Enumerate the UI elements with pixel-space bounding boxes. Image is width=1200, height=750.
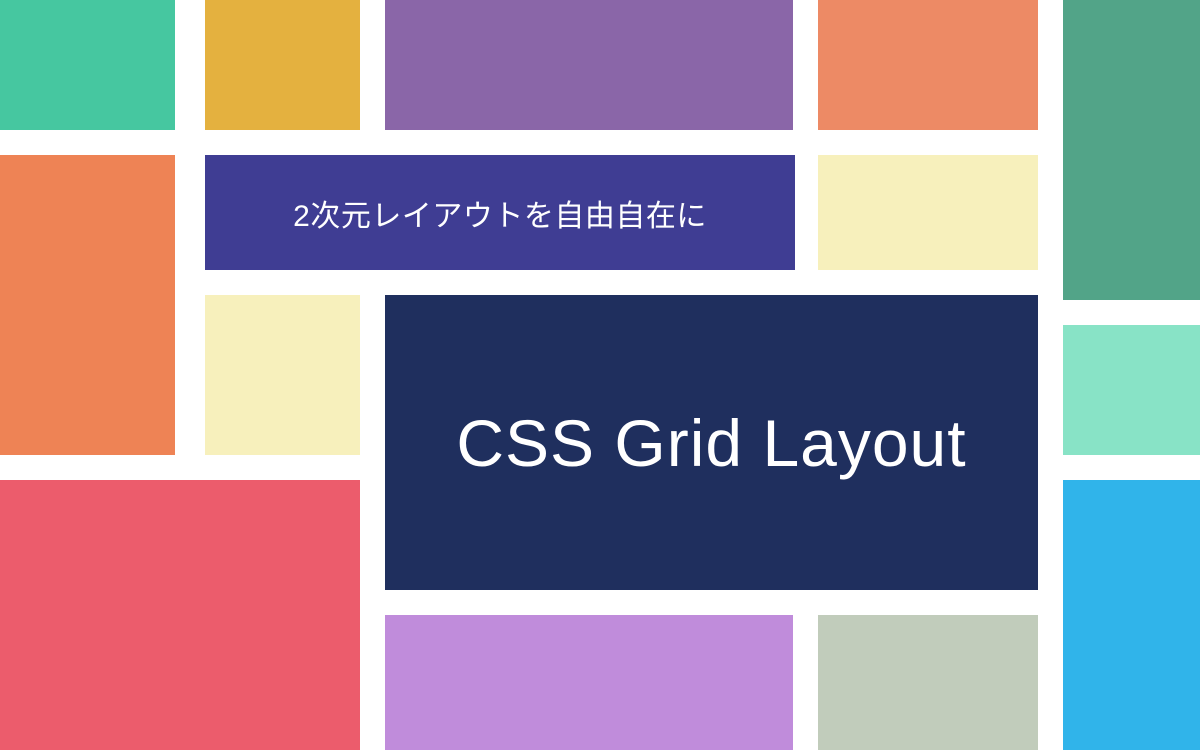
subtitle-text: 2次元レイアウトを自由自在に xyxy=(293,191,707,235)
grid-demo: 2次元レイアウトを自由自在に CSS Grid Layout xyxy=(0,0,1200,750)
tile-yellow xyxy=(205,0,360,130)
tile-green xyxy=(1063,0,1200,300)
tile-orange-light xyxy=(818,0,1038,130)
tile-sage xyxy=(818,615,1038,750)
tile-purple xyxy=(385,0,793,130)
tile-cream-top xyxy=(818,155,1038,270)
tile-mint xyxy=(1063,325,1200,455)
tile-orange xyxy=(0,155,175,455)
tile-blue xyxy=(1063,480,1200,750)
tile-lilac xyxy=(385,615,793,750)
title-panel: CSS Grid Layout xyxy=(385,295,1038,590)
subtitle-panel: 2次元レイアウトを自由自在に xyxy=(205,155,795,270)
tile-pink xyxy=(0,480,360,750)
tile-cream-left xyxy=(205,295,360,455)
tile-teal xyxy=(0,0,175,130)
title-text: CSS Grid Layout xyxy=(456,405,966,481)
